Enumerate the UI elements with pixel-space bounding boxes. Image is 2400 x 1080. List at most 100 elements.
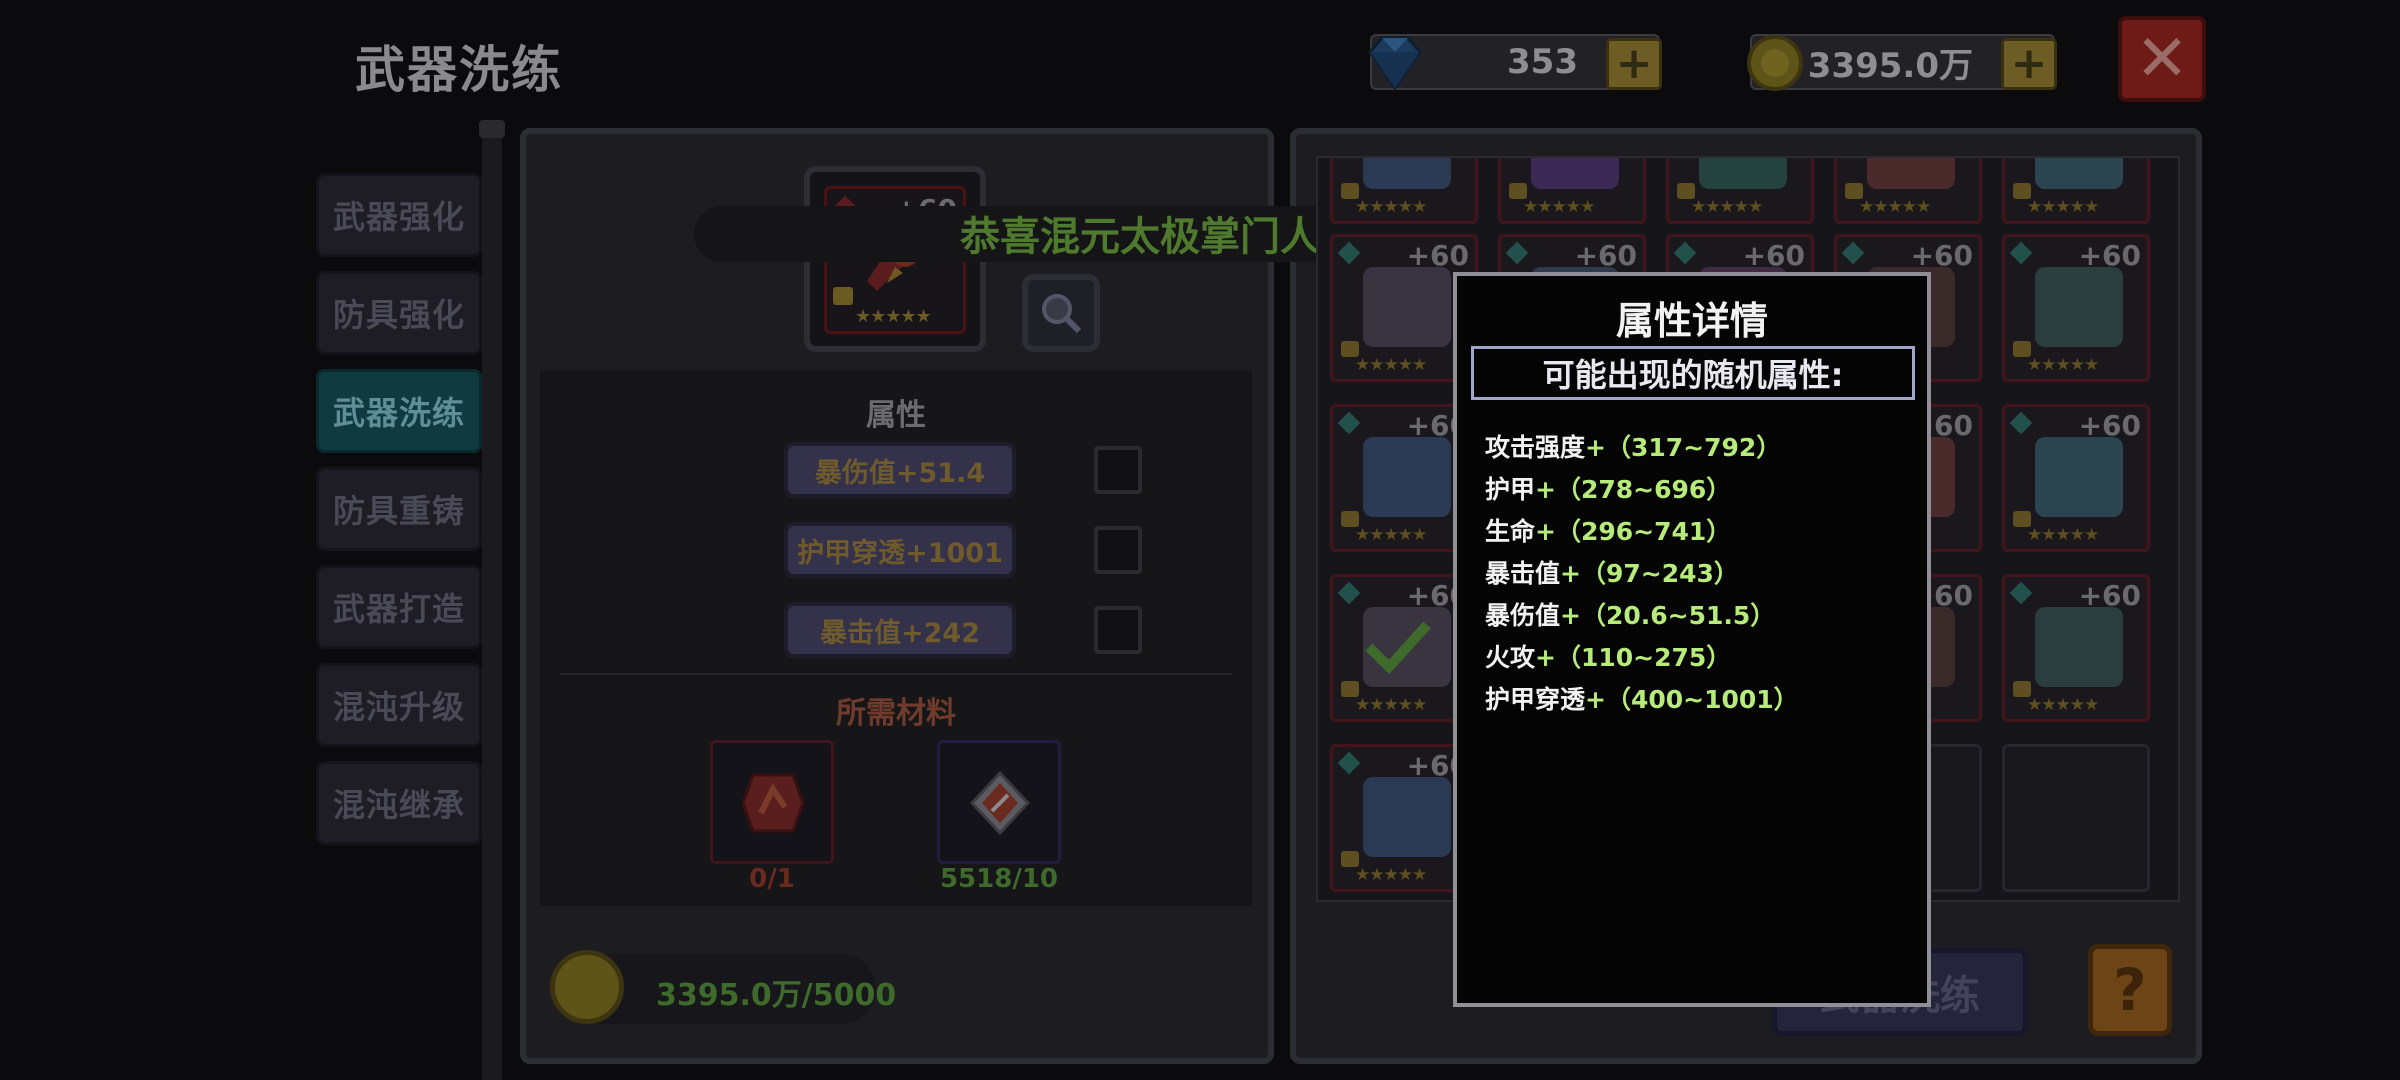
attribute-range: +（317~792）	[1585, 433, 1782, 462]
rarity-gem-icon	[2009, 411, 2033, 435]
attribute-name: 暴伤值	[1485, 601, 1561, 630]
inventory-item[interactable]: +60★★★★★	[1666, 158, 1814, 224]
material-count-1: 0/1	[749, 864, 795, 894]
page-title: 武器洗练	[355, 41, 563, 99]
material-count-2: 5518/10	[939, 864, 1059, 894]
item-stars: ★★★★★	[1355, 355, 1427, 375]
refine-stone-icon	[741, 773, 805, 833]
lock-attribute-checkbox-2[interactable]	[1094, 526, 1142, 574]
diamond-amount: 353	[1507, 42, 1578, 82]
attribute-name: 攻击强度	[1485, 433, 1586, 462]
attribute-range: +（278~696）	[1535, 475, 1732, 504]
popup-subtitle: 可能出现的随机属性:	[1471, 346, 1915, 400]
popup-attribute-line: 护甲穿透+（400~1001）	[1485, 680, 1799, 716]
item-icon	[1363, 267, 1451, 347]
menu-item-chaos-upgrade[interactable]: 混沌升级	[316, 663, 482, 747]
menu-item-armor-recast[interactable]: 防具重铸	[316, 467, 482, 551]
rarity-gem-icon	[1337, 751, 1361, 775]
lock-icon	[833, 287, 853, 305]
popup-attribute-line: 护甲+（278~696）	[1485, 470, 1731, 506]
popup-attribute-line: 暴伤值+（20.6~51.5）	[1485, 596, 1775, 632]
item-level: +60	[1742, 239, 1805, 272]
rarity-gem-icon	[1673, 241, 1697, 265]
item-stars: ★★★★★	[1355, 525, 1427, 545]
material-slot-1[interactable]	[710, 740, 834, 864]
attribute-crit-damage: 暴伤值+51.4	[784, 442, 1016, 498]
rarity-gem-icon	[2009, 241, 2033, 265]
popup-attribute-line: 暴击值+（97~243）	[1485, 554, 1739, 590]
menu-item-weapon-forge[interactable]: 武器打造	[316, 565, 482, 649]
inventory-item[interactable]: +60★★★★★	[1834, 158, 1982, 224]
item-icon	[2035, 437, 2123, 517]
item-level: +60	[1574, 239, 1637, 272]
item-stars: ★★★★★	[2027, 695, 2099, 715]
menu-item-armor-enhance[interactable]: 防具强化	[316, 271, 482, 355]
inspect-button[interactable]	[1022, 274, 1100, 352]
attribute-crit: 暴击值+242	[784, 602, 1016, 658]
inventory-item[interactable]: +60★★★★★	[2002, 158, 2150, 224]
popup-attribute-line: 生命+（296~741）	[1485, 512, 1731, 548]
attribute-name: 护甲穿透	[1485, 685, 1586, 714]
attribute-range: +（110~275）	[1535, 643, 1732, 672]
item-stars: ★★★★★	[2027, 197, 2099, 217]
item-level: +60	[2078, 239, 2141, 272]
rarity-gem-icon	[1337, 411, 1361, 435]
attribute-name: 暴击值	[1485, 559, 1561, 588]
item-icon	[2035, 158, 2123, 189]
material-slot-2[interactable]	[937, 740, 1061, 864]
item-icon	[1363, 158, 1451, 189]
magnifier-icon	[1042, 294, 1082, 334]
item-icon	[1531, 158, 1619, 189]
item-stars: ★★★★★	[1355, 865, 1427, 885]
attribute-range: +（97~243）	[1560, 559, 1739, 588]
item-icon	[2035, 607, 2123, 687]
help-button[interactable]: ?	[2088, 944, 2172, 1036]
attribute-details-popup: 属性详情 可能出现的随机属性: 攻击强度+（317~792） 护甲+（278~6…	[1453, 272, 1931, 1007]
gold-coin-icon	[550, 950, 624, 1024]
item-icon	[1363, 437, 1451, 517]
inventory-item[interactable]: +60★★★★★	[1330, 158, 1478, 224]
attribute-range: +（400~1001）	[1585, 685, 1799, 714]
divider	[560, 673, 1232, 675]
rarity-gem-icon	[1337, 581, 1361, 605]
attribute-armor-pen: 护甲穿透+1001	[784, 522, 1016, 578]
item-icon	[2035, 267, 2123, 347]
add-diamond-button[interactable]: +	[1606, 38, 1662, 90]
inventory-item[interactable]: +60★★★★★	[2002, 234, 2150, 382]
inventory-item[interactable]: +60★★★★★	[2002, 574, 2150, 722]
item-stars: ★★★★★	[1355, 695, 1427, 715]
lock-attribute-checkbox-1[interactable]	[1094, 446, 1142, 494]
weapon-stars: ★★★★★	[855, 306, 932, 327]
item-icon	[1867, 158, 1955, 189]
item-level: +60	[1910, 239, 1973, 272]
rarity-gem-icon	[1337, 241, 1361, 265]
attributes-title: 属性	[866, 398, 926, 433]
popup-attribute-line: 攻击强度+（317~792）	[1485, 428, 1781, 464]
inventory-item[interactable]: +60 ★★★★★	[2002, 404, 2150, 552]
inventory-empty-slot[interactable]	[2002, 744, 2150, 892]
rarity-gem-icon	[2009, 581, 2033, 605]
lock-attribute-checkbox-3[interactable]	[1094, 606, 1142, 654]
refine-cost: 3395.0万/5000	[656, 978, 897, 1013]
close-button[interactable]: ✕	[2118, 16, 2206, 102]
menu-scrollbar[interactable]	[479, 120, 505, 1080]
menu-item-weapon-enhance[interactable]: 武器强化	[316, 173, 482, 257]
diamond-counter: 353 +	[1368, 34, 1662, 91]
item-stars: ★★★★★	[1523, 197, 1595, 217]
materials-title: 所需材料	[836, 696, 956, 731]
attribute-name: 火攻	[1485, 643, 1536, 672]
rarity-gem-icon	[1505, 241, 1529, 265]
attribute-name: 生命	[1485, 517, 1536, 546]
gold-counter: 3395.0万 +	[1747, 34, 2057, 91]
diamond-icon	[1368, 36, 1422, 91]
item-stars: ★★★★★	[2027, 525, 2099, 545]
inventory-item[interactable]: +60★★★★★	[1498, 158, 1646, 224]
attribute-name: 护甲	[1485, 475, 1536, 504]
menu-item-chaos-inherit[interactable]: 混沌继承	[316, 761, 482, 845]
item-icon	[1699, 158, 1787, 189]
attribute-box: 属性 暴伤值+51.4 护甲穿透+1001 暴击值+242 所需材料 0/1 5…	[540, 370, 1252, 906]
item-icon	[1363, 777, 1451, 857]
add-gold-button[interactable]: +	[2001, 38, 2057, 90]
item-level: +60	[2078, 409, 2141, 442]
menu-item-weapon-refine[interactable]: 武器洗练	[316, 369, 482, 453]
